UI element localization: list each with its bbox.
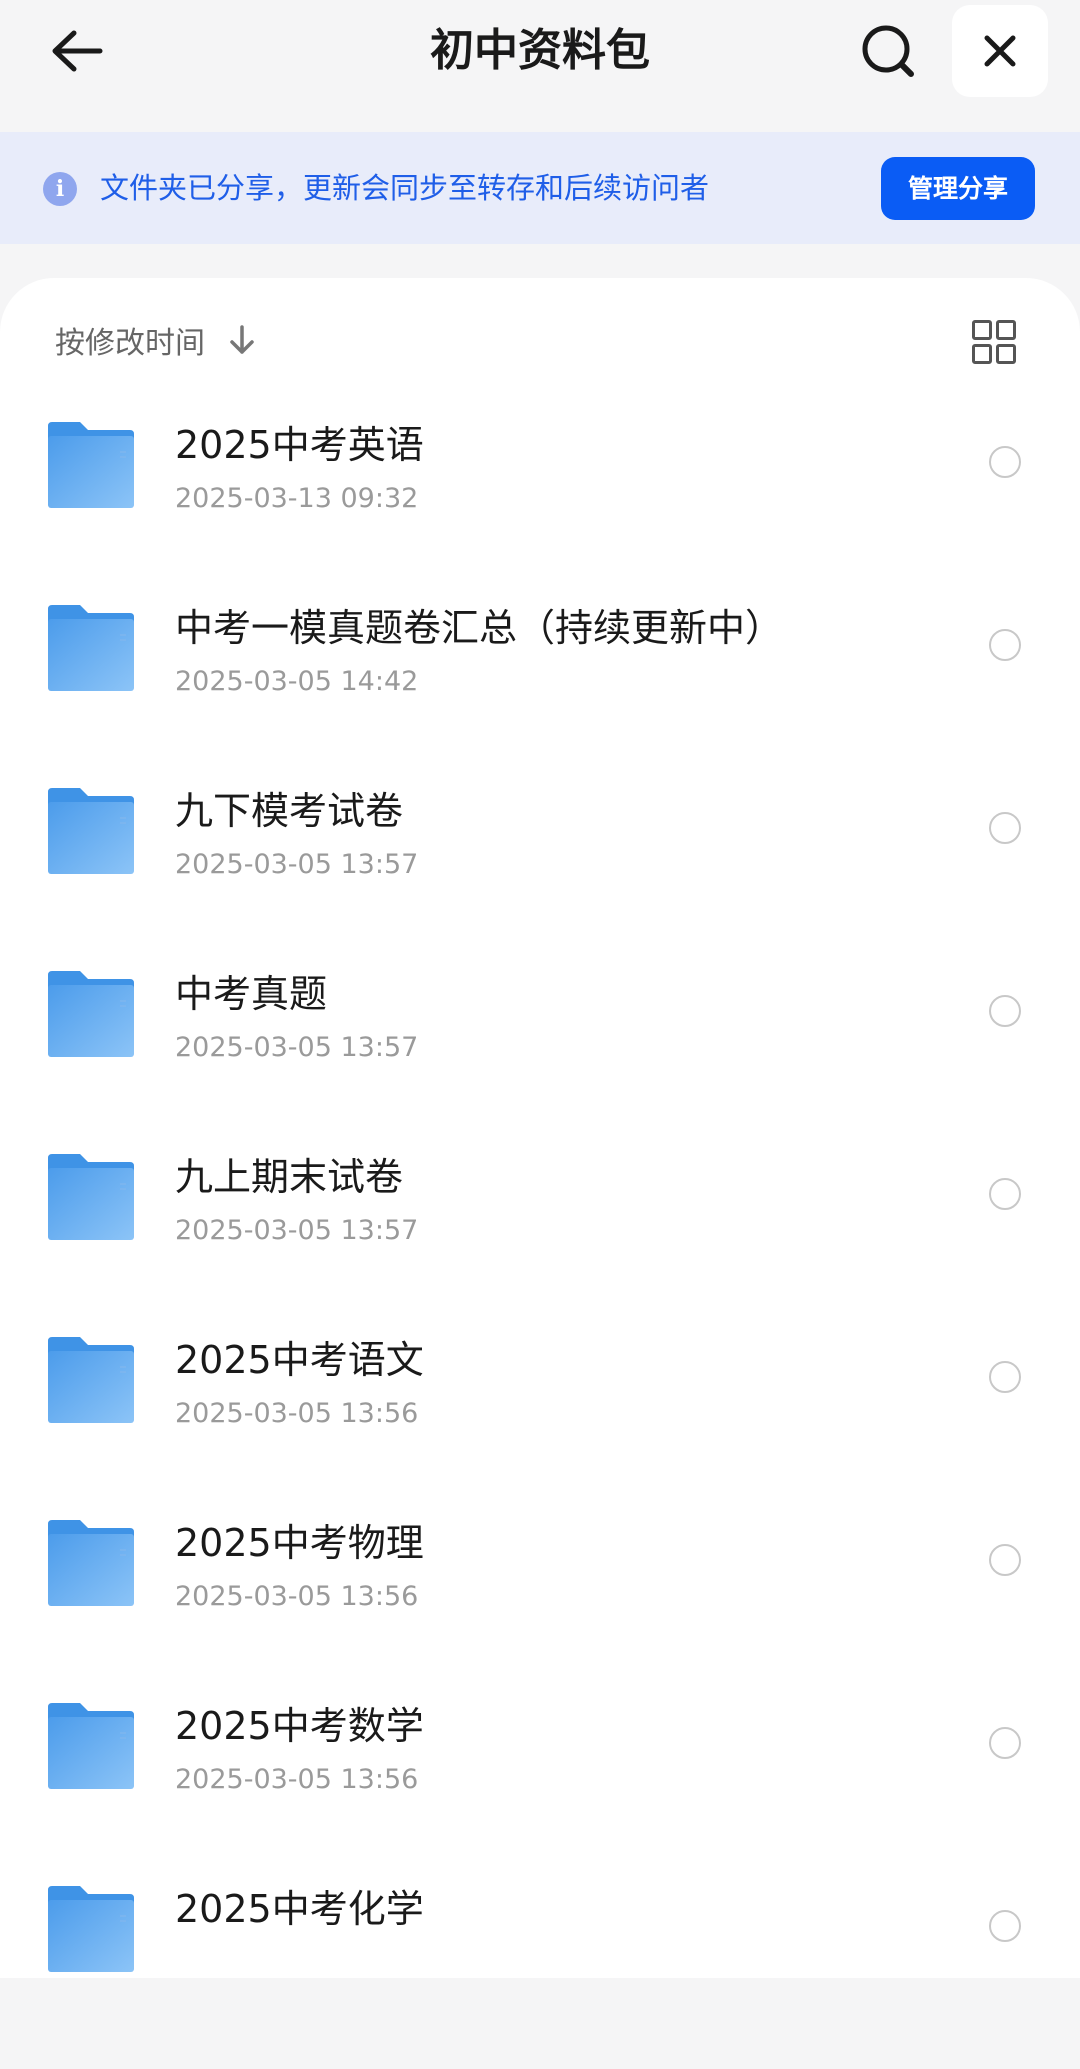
folder-icon xyxy=(48,1703,134,1789)
select-radio[interactable] xyxy=(989,1178,1021,1210)
file-name: 2025中考语文 xyxy=(175,1338,424,1382)
top-bar: 初中资料包 xyxy=(0,0,1080,132)
file-name: 2025中考英语 xyxy=(175,423,424,467)
select-radio[interactable] xyxy=(989,1910,1021,1942)
file-date: 2025-03-13 09:32 xyxy=(175,483,419,514)
file-row[interactable]: 2025中考语文 2025-03-05 13:56 xyxy=(0,1337,1080,1520)
file-list-card: 按修改时间 2025中考英语 2025-03-13 09:32 中考一模真题卷汇总（… xyxy=(0,278,1080,1978)
folder-icon xyxy=(48,605,134,691)
grid-view-icon[interactable] xyxy=(972,320,1016,364)
folder-icon xyxy=(48,1154,134,1240)
file-row[interactable]: 2025中考英语 2025-03-13 09:32 xyxy=(0,422,1080,605)
file-date: 2025-03-05 13:57 xyxy=(175,1215,419,1246)
select-radio[interactable] xyxy=(989,995,1021,1027)
search-icon xyxy=(862,25,914,77)
folder-icon xyxy=(48,1337,134,1423)
folder-icon xyxy=(48,422,134,508)
share-notice-banner: i 文件夹已分享，更新会同步至转存和后续访问者 管理分享 xyxy=(0,132,1080,244)
file-row[interactable]: 2025中考物理 2025-03-05 13:56 xyxy=(0,1520,1080,1703)
file-row[interactable]: 中考一模真题卷汇总（持续更新中） 2025-03-05 14:42 xyxy=(0,605,1080,788)
info-icon: i xyxy=(43,172,77,206)
select-radio[interactable] xyxy=(989,446,1021,478)
folder-icon xyxy=(48,1886,134,1972)
manage-share-button[interactable]: 管理分享 xyxy=(881,157,1035,220)
search-button[interactable] xyxy=(848,18,928,84)
select-radio[interactable] xyxy=(989,1727,1021,1759)
folder-icon xyxy=(48,971,134,1057)
sort-control[interactable]: 按修改时间 xyxy=(55,316,257,364)
file-name: 2025中考数学 xyxy=(175,1704,424,1748)
file-date: 2025-03-05 13:56 xyxy=(175,1764,419,1795)
file-date: 2025-03-05 13:57 xyxy=(175,1032,419,1063)
close-icon xyxy=(984,35,1016,67)
file-name: 九下模考试卷 xyxy=(175,789,404,833)
file-date: 2025-03-05 13:56 xyxy=(175,1581,419,1612)
arrow-down-icon xyxy=(227,322,257,358)
folder-icon xyxy=(48,1520,134,1606)
file-row[interactable]: 2025中考数学 2025-03-05 13:56 xyxy=(0,1703,1080,1886)
file-date: 2025-03-05 14:42 xyxy=(175,666,419,697)
file-row[interactable]: 九下模考试卷 2025-03-05 13:57 xyxy=(0,788,1080,971)
file-name: 九上期末试卷 xyxy=(175,1155,404,1199)
folder-icon xyxy=(48,788,134,874)
select-radio[interactable] xyxy=(989,1544,1021,1576)
file-name: 中考真题 xyxy=(175,972,328,1016)
file-row[interactable]: 九上期末试卷 2025-03-05 13:57 xyxy=(0,1154,1080,1337)
sort-label: 按修改时间 xyxy=(55,326,205,361)
select-radio[interactable] xyxy=(989,629,1021,661)
select-radio[interactable] xyxy=(989,1361,1021,1393)
file-name: 2025中考物理 xyxy=(175,1521,424,1565)
file-date: 2025-03-05 13:56 xyxy=(175,1398,419,1429)
back-button[interactable] xyxy=(36,18,116,84)
file-date: 2025-03-05 13:57 xyxy=(175,849,419,880)
arrow-left-icon xyxy=(52,30,103,72)
file-row[interactable]: 2025中考化学 xyxy=(0,1886,1080,2069)
share-notice-text: 文件夹已分享，更新会同步至转存和后续访问者 xyxy=(100,171,710,205)
file-name: 中考一模真题卷汇总（持续更新中） xyxy=(175,606,784,650)
file-name: 2025中考化学 xyxy=(175,1887,424,1931)
file-row[interactable]: 中考真题 2025-03-05 13:57 xyxy=(0,971,1080,1154)
select-radio[interactable] xyxy=(989,812,1021,844)
close-button[interactable] xyxy=(952,5,1048,97)
